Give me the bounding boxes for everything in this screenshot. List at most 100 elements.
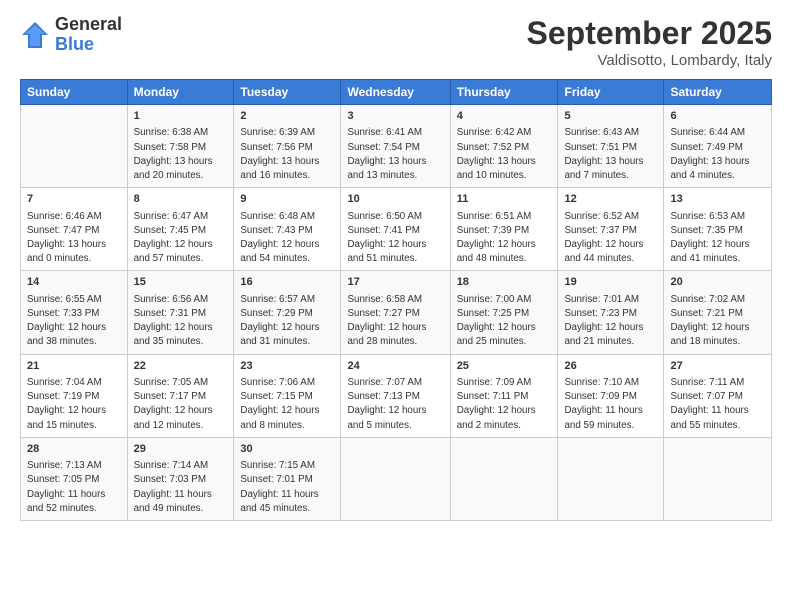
weekday-header: Tuesday — [234, 80, 341, 105]
weekday-header: Wednesday — [341, 80, 450, 105]
calendar-cell: 12 Sunrise: 6:52 AMSunset: 7:37 PMDayligh… — [558, 188, 664, 271]
month-title: September 2025 — [527, 15, 772, 52]
day-info: Sunrise: 7:07 AMSunset: 7:13 PMDaylight:… — [347, 376, 443, 433]
day-number: 28 — [27, 442, 121, 457]
calendar-cell — [558, 437, 664, 520]
day-number: 26 — [564, 359, 657, 374]
location: Valdisotto, Lombardy, Italy — [527, 52, 772, 69]
calendar-cell: 17Sunrise: 6:58 AMSunset: 7:27 PMDayligh… — [341, 271, 450, 354]
calendar-cell — [450, 437, 558, 520]
calendar-cell: 30 Sunrise: 7:15 AMSunset: 7:01 PMDayligh… — [234, 437, 341, 520]
day-info: Sunrise: 6:41 AMSunset: 7:54 PMDaylight:… — [347, 126, 443, 183]
day-number: 23 — [240, 359, 334, 374]
day-number: 14 — [27, 275, 121, 290]
calendar-cell: 7 Sunrise: 6:46 AMSunset: 7:47 PMDaylight… — [21, 188, 128, 271]
day-number: 7 — [27, 192, 121, 207]
logo: General Blue — [20, 15, 122, 55]
logo-general: General — [55, 15, 122, 35]
calendar-cell: 25 Sunrise: 7:09 AMSunset: 7:11 PMDayligh… — [450, 354, 558, 437]
day-info: Sunrise: 6:57 AMSunset: 7:29 PMDaylight:… — [240, 293, 334, 350]
day-number: 25 — [457, 359, 552, 374]
calendar-cell: 5 Sunrise: 6:43 AMSunset: 7:51 PMDaylight… — [558, 105, 664, 188]
weekday-header: Sunday — [21, 80, 128, 105]
day-info: Sunrise: 7:10 AMSunset: 7:09 PMDaylight:… — [564, 376, 657, 433]
calendar-cell: 10Sunrise: 6:50 AMSunset: 7:41 PMDayligh… — [341, 188, 450, 271]
day-number: 20 — [670, 275, 765, 290]
day-info: Sunrise: 6:51 AMSunset: 7:39 PMDaylight:… — [457, 210, 552, 267]
day-info: Sunrise: 7:00 AMSunset: 7:25 PMDaylight:… — [457, 293, 552, 350]
calendar-week-row: 14 Sunrise: 6:55 AMSunset: 7:33 PMDayligh… — [21, 271, 772, 354]
day-info: Sunrise: 6:52 AMSunset: 7:37 PMDaylight:… — [564, 210, 657, 267]
calendar-cell: 23Sunrise: 7:06 AMSunset: 7:15 PMDayligh… — [234, 354, 341, 437]
day-number: 9 — [240, 192, 334, 207]
day-info: Sunrise: 6:47 AMSunset: 7:45 PMDaylight:… — [134, 210, 228, 267]
day-number: 18 — [457, 275, 552, 290]
calendar-cell: 16 Sunrise: 6:57 AMSunset: 7:29 PMDayligh… — [234, 271, 341, 354]
logo-blue: Blue — [55, 35, 122, 55]
day-number: 13 — [670, 192, 765, 207]
day-number: 30 — [240, 442, 334, 457]
logo-icon — [20, 20, 50, 50]
day-number: 15 — [134, 275, 228, 290]
day-info: Sunrise: 7:01 AMSunset: 7:23 PMDaylight:… — [564, 293, 657, 350]
day-info: Sunrise: 7:14 AMSunset: 7:03 PMDaylight:… — [134, 459, 228, 516]
calendar-cell: 4 Sunrise: 6:42 AMSunset: 7:52 PMDaylight… — [450, 105, 558, 188]
day-number: 24 — [347, 359, 443, 374]
calendar-cell: 27Sunrise: 7:11 AMSunset: 7:07 PMDayligh… — [664, 354, 772, 437]
day-number: 4 — [457, 109, 552, 124]
calendar-cell: 3 Sunrise: 6:41 AMSunset: 7:54 PMDaylight… — [341, 105, 450, 188]
calendar-cell: 18 Sunrise: 7:00 AMSunset: 7:25 PMDayligh… — [450, 271, 558, 354]
day-number: 12 — [564, 192, 657, 207]
day-info: Sunrise: 6:39 AMSunset: 7:56 PMDaylight:… — [240, 126, 334, 183]
day-info: Sunrise: 6:56 AMSunset: 7:31 PMDaylight:… — [134, 293, 228, 350]
calendar-cell: 6 Sunrise: 6:44 AMSunset: 7:49 PMDaylight… — [664, 105, 772, 188]
title-block: September 2025 Valdisotto, Lombardy, Ita… — [527, 15, 772, 69]
day-info: Sunrise: 6:43 AMSunset: 7:51 PMDaylight:… — [564, 126, 657, 183]
calendar-week-row: 1Sunrise: 6:38 AMSunset: 7:58 PMDaylight… — [21, 105, 772, 188]
day-number: 11 — [457, 192, 552, 207]
calendar-cell: 11 Sunrise: 6:51 AMSunset: 7:39 PMDayligh… — [450, 188, 558, 271]
day-number: 2 — [240, 109, 334, 124]
calendar-week-row: 28 Sunrise: 7:13 AMSunset: 7:05 PMDayligh… — [21, 437, 772, 520]
weekday-header: Friday — [558, 80, 664, 105]
day-info: Sunrise: 6:55 AMSunset: 7:33 PMDaylight:… — [27, 293, 121, 350]
calendar-cell: 8 Sunrise: 6:47 AMSunset: 7:45 PMDaylight… — [127, 188, 234, 271]
calendar-body: 1Sunrise: 6:38 AMSunset: 7:58 PMDaylight… — [21, 105, 772, 521]
calendar-cell — [341, 437, 450, 520]
day-info: Sunrise: 6:46 AMSunset: 7:47 PMDaylight:… — [27, 210, 121, 267]
day-number: 10 — [347, 192, 443, 207]
calendar-cell: 1Sunrise: 6:38 AMSunset: 7:58 PMDaylight… — [127, 105, 234, 188]
day-info: Sunrise: 6:44 AMSunset: 7:49 PMDaylight:… — [670, 126, 765, 183]
calendar-cell: 14 Sunrise: 6:55 AMSunset: 7:33 PMDayligh… — [21, 271, 128, 354]
day-info: Sunrise: 7:04 AMSunset: 7:19 PMDaylight:… — [27, 376, 121, 433]
day-number: 3 — [347, 109, 443, 124]
day-number: 6 — [670, 109, 765, 124]
weekday-header: Monday — [127, 80, 234, 105]
weekday-header: Thursday — [450, 80, 558, 105]
calendar-week-row: 21 Sunrise: 7:04 AMSunset: 7:19 PMDayligh… — [21, 354, 772, 437]
calendar-cell — [664, 437, 772, 520]
weekday-header: Saturday — [664, 80, 772, 105]
day-number: 16 — [240, 275, 334, 290]
day-number: 21 — [27, 359, 121, 374]
calendar-cell: 28 Sunrise: 7:13 AMSunset: 7:05 PMDayligh… — [21, 437, 128, 520]
calendar-cell: 24 Sunrise: 7:07 AMSunset: 7:13 PMDayligh… — [341, 354, 450, 437]
calendar-cell: 19Sunrise: 7:01 AMSunset: 7:23 PMDayligh… — [558, 271, 664, 354]
day-info: Sunrise: 6:42 AMSunset: 7:52 PMDaylight:… — [457, 126, 552, 183]
calendar-cell: 9 Sunrise: 6:48 AMSunset: 7:43 PMDaylight… — [234, 188, 341, 271]
day-info: Sunrise: 7:09 AMSunset: 7:11 PMDaylight:… — [457, 376, 552, 433]
day-number: 5 — [564, 109, 657, 124]
calendar-cell: 22Sunrise: 7:05 AMSunset: 7:17 PMDayligh… — [127, 354, 234, 437]
calendar-cell: 21 Sunrise: 7:04 AMSunset: 7:19 PMDayligh… — [21, 354, 128, 437]
calendar-cell: 15 Sunrise: 6:56 AMSunset: 7:31 PMDayligh… — [127, 271, 234, 354]
day-info: Sunrise: 7:15 AMSunset: 7:01 PMDaylight:… — [240, 459, 334, 516]
header: General Blue September 2025 Valdisotto, … — [20, 15, 772, 69]
calendar-cell: 29Sunrise: 7:14 AMSunset: 7:03 PMDayligh… — [127, 437, 234, 520]
calendar-table: SundayMondayTuesdayWednesdayThursdayFrid… — [20, 79, 772, 521]
day-number: 8 — [134, 192, 228, 207]
day-info: Sunrise: 7:13 AMSunset: 7:05 PMDaylight:… — [27, 459, 121, 516]
day-info: Sunrise: 7:11 AMSunset: 7:07 PMDaylight:… — [670, 376, 765, 433]
weekday-row: SundayMondayTuesdayWednesdayThursdayFrid… — [21, 80, 772, 105]
calendar-cell: 13Sunrise: 6:53 AMSunset: 7:35 PMDayligh… — [664, 188, 772, 271]
day-info: Sunrise: 6:48 AMSunset: 7:43 PMDaylight:… — [240, 210, 334, 267]
